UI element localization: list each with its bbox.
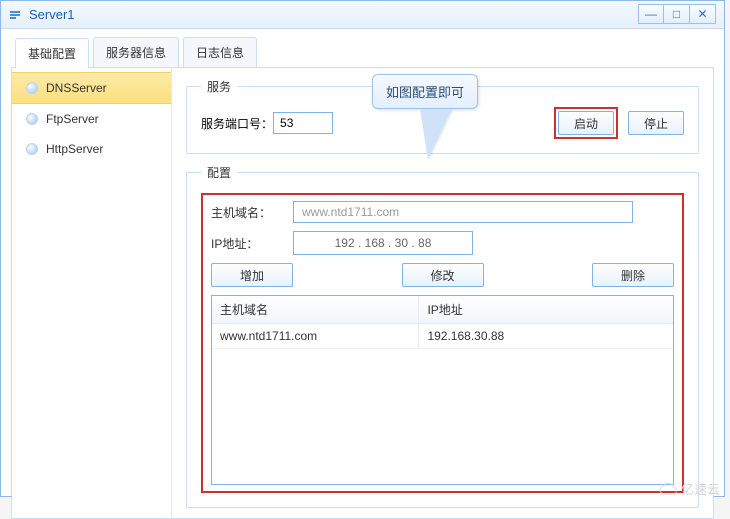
close-button[interactable]: ✕ <box>690 4 716 24</box>
cloud-icon <box>659 482 677 496</box>
config-legend: 配置 <box>201 164 237 181</box>
main-panel: DNSServer FtpServer HttpServer 服务 服务端口号： <box>11 68 714 519</box>
add-button[interactable]: 增加 <box>211 263 293 287</box>
titlebar[interactable]: Server1 — □ ✕ <box>1 1 724 29</box>
start-button[interactable]: 启动 <box>558 111 614 135</box>
records-table: 主机域名 IP地址 www.ntd1711.com 192.168.30.88 <box>211 295 674 485</box>
cell-ip: 192.168.30.88 <box>419 324 673 348</box>
sidebar-item-label: DNSServer <box>46 81 107 95</box>
stop-button[interactable]: 停止 <box>628 111 684 135</box>
port-input[interactable] <box>273 112 333 134</box>
minimize-button[interactable]: — <box>638 4 664 24</box>
sidebar: DNSServer FtpServer HttpServer <box>12 68 172 518</box>
cell-domain: www.ntd1711.com <box>212 324 419 348</box>
port-label: 服务端口号： <box>201 115 273 132</box>
tab-server-info[interactable]: 服务器信息 <box>93 37 179 67</box>
watermark: 亿速云 <box>659 479 720 498</box>
window-title: Server1 <box>29 7 75 22</box>
host-label: 主机域名： <box>211 204 281 221</box>
status-dot-icon <box>26 143 38 155</box>
start-highlight: 启动 <box>554 107 618 139</box>
tab-basic-config[interactable]: 基础配置 <box>15 38 89 68</box>
sidebar-item-dnsserver[interactable]: DNSServer <box>12 72 171 104</box>
watermark-text: 亿速云 <box>681 479 720 498</box>
sidebar-item-label: FtpServer <box>46 112 99 126</box>
ip-label: IP地址： <box>211 235 281 252</box>
app-icon <box>7 7 23 23</box>
table-row[interactable]: www.ntd1711.com 192.168.30.88 <box>212 324 673 349</box>
tab-log-info[interactable]: 日志信息 <box>183 37 257 67</box>
config-fieldset: 配置 主机域名： IP地址： 192 . 168 . 30 . 88 增加 <box>186 164 699 508</box>
sidebar-item-httpserver[interactable]: HttpServer <box>12 134 171 164</box>
delete-button[interactable]: 删除 <box>592 263 674 287</box>
status-dot-icon <box>26 82 38 94</box>
modify-button[interactable]: 修改 <box>402 263 484 287</box>
column-header-domain[interactable]: 主机域名 <box>212 296 419 323</box>
annotation-callout: 如图配置即可 <box>372 74 478 159</box>
app-window: Server1 — □ ✕ 基础配置 服务器信息 日志信息 DNSServer … <box>0 0 725 497</box>
tabbar: 基础配置 服务器信息 日志信息 <box>11 37 714 68</box>
status-dot-icon <box>26 113 38 125</box>
config-highlight: 主机域名： IP地址： 192 . 168 . 30 . 88 增加 修改 删除 <box>201 193 684 493</box>
sidebar-item-label: HttpServer <box>46 142 103 156</box>
ip-input[interactable]: 192 . 168 . 30 . 88 <box>293 231 473 255</box>
host-input[interactable] <box>293 201 633 223</box>
callout-arrow-icon <box>420 109 452 159</box>
maximize-button[interactable]: □ <box>664 4 690 24</box>
sidebar-item-ftpserver[interactable]: FtpServer <box>12 104 171 134</box>
service-legend: 服务 <box>201 78 237 95</box>
callout-text: 如图配置即可 <box>372 74 478 109</box>
column-header-ip[interactable]: IP地址 <box>419 296 673 323</box>
